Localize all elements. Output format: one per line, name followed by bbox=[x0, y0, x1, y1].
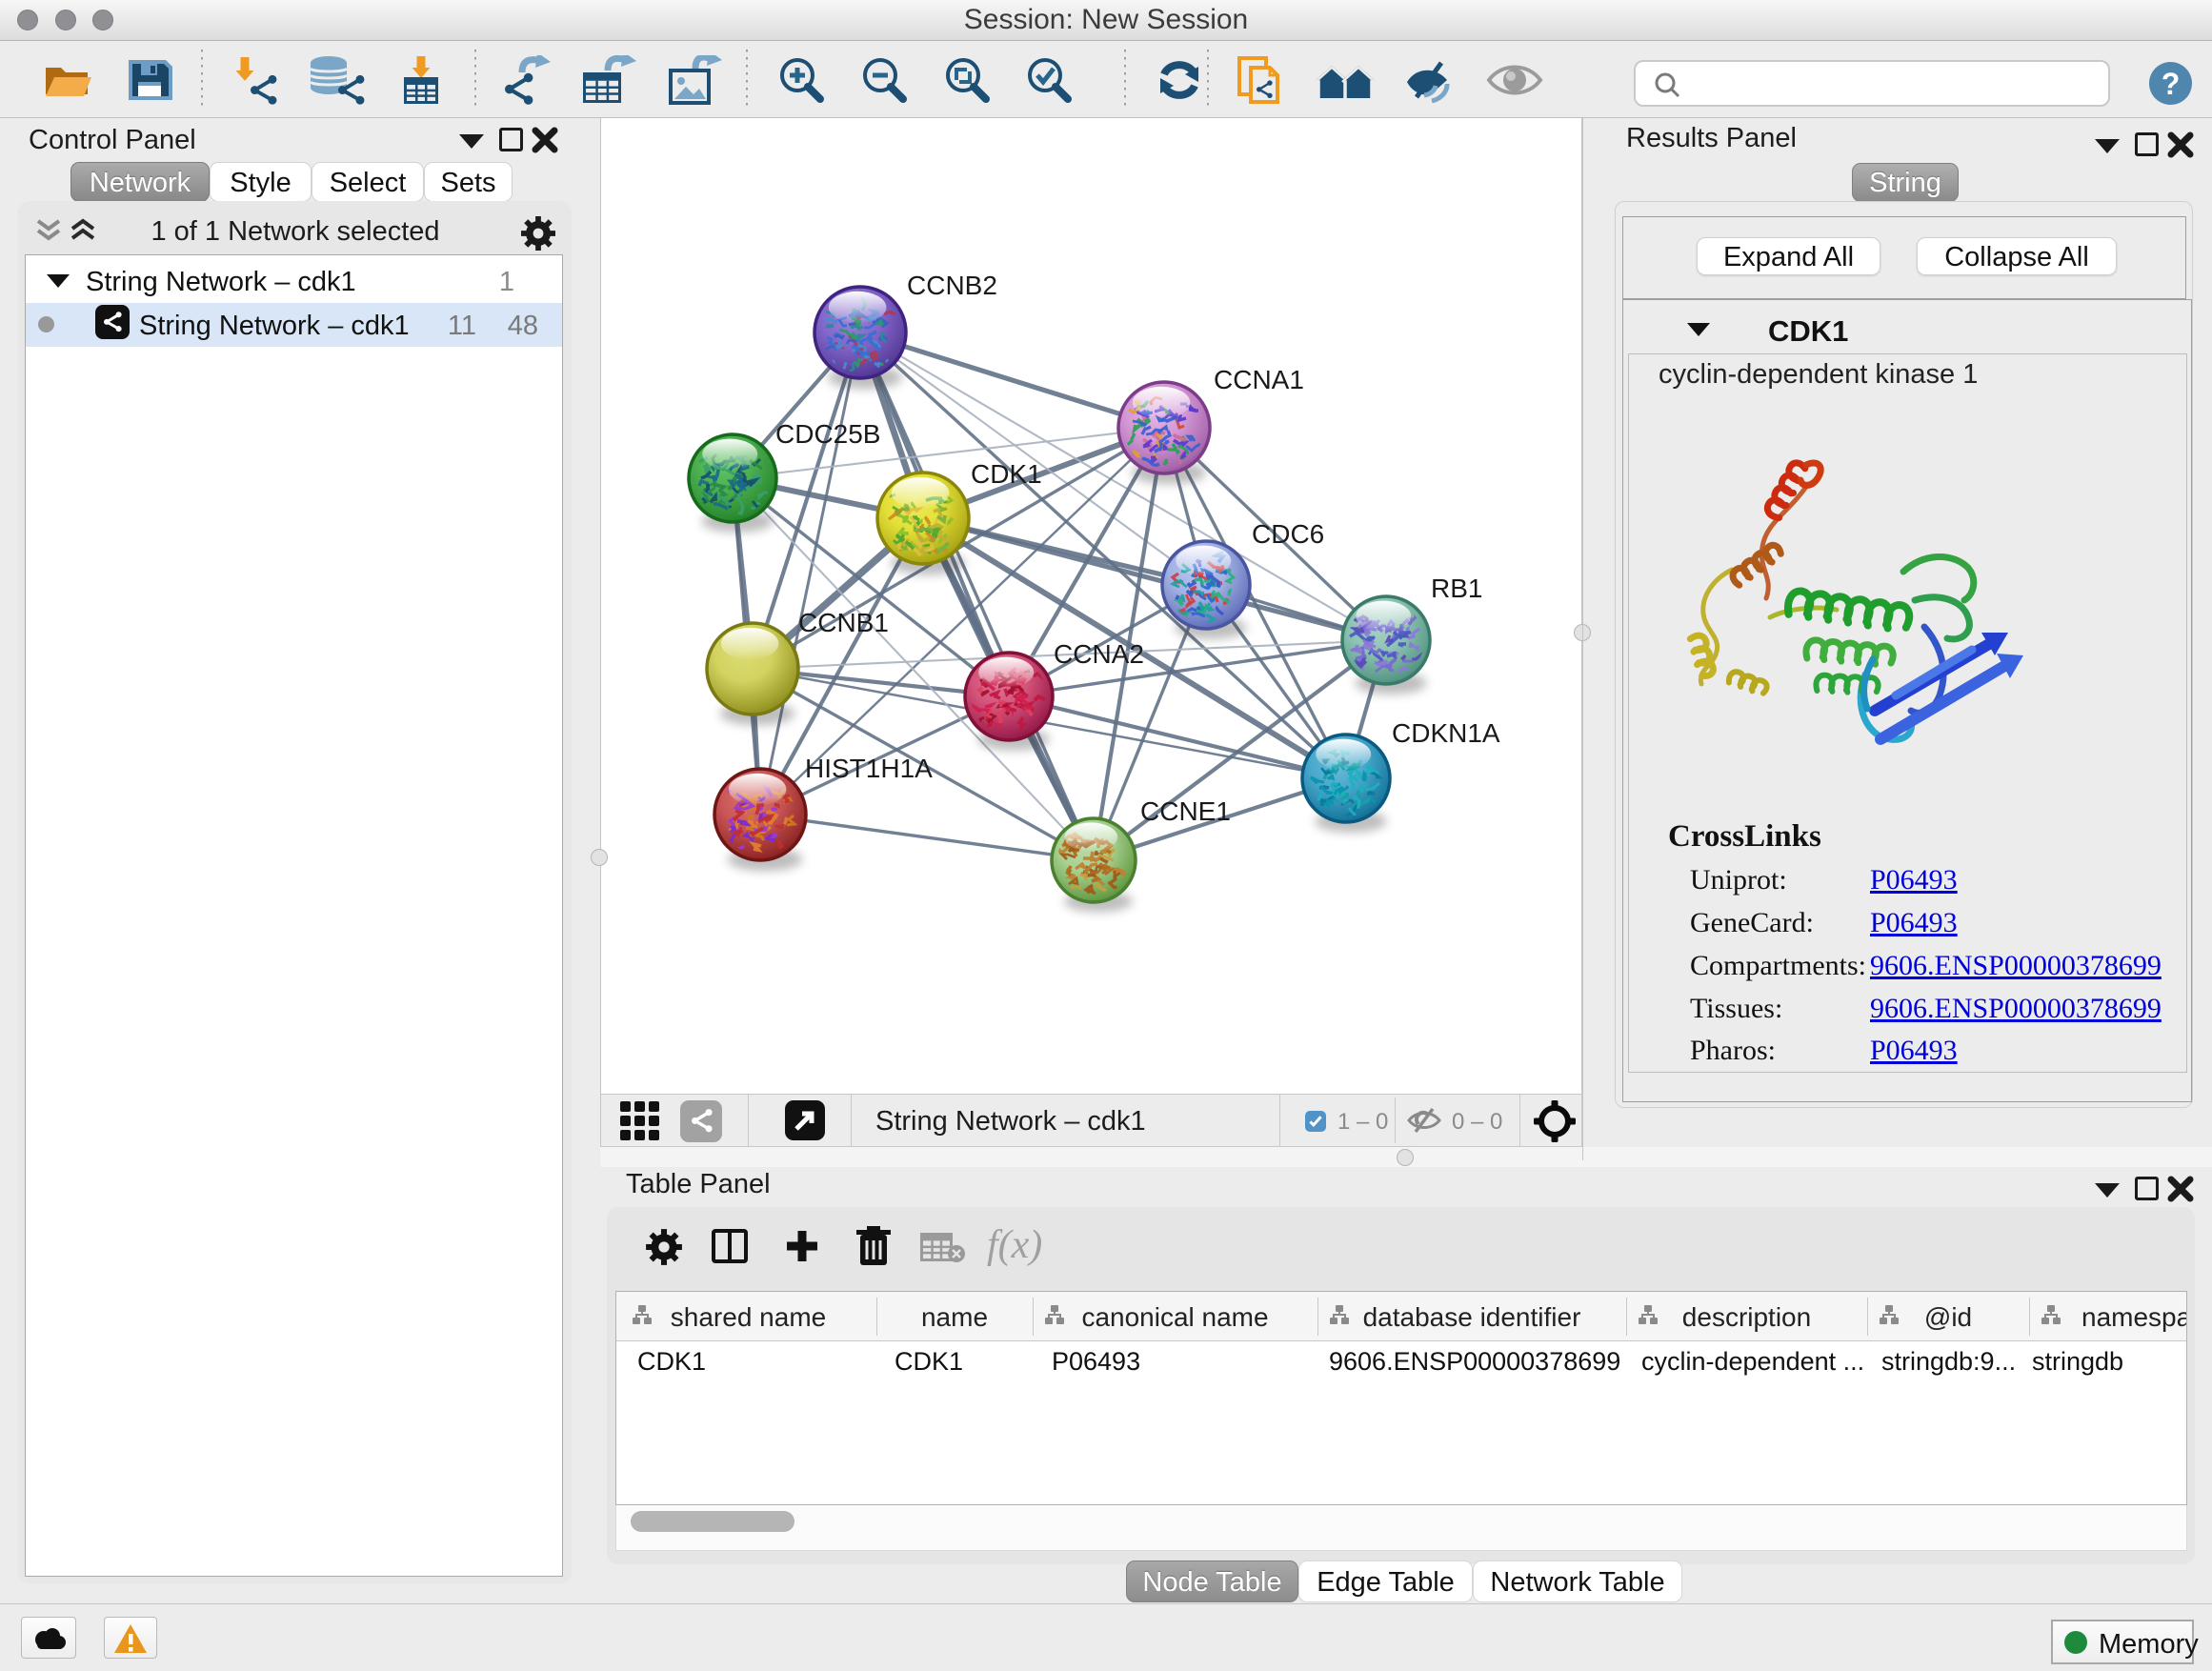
svg-text:CDK1: CDK1 bbox=[971, 459, 1042, 489]
svg-text:CDKN1A: CDKN1A bbox=[1392, 718, 1500, 748]
svg-text:CCNE1: CCNE1 bbox=[1140, 796, 1231, 826]
svg-text:HIST1H1A: HIST1H1A bbox=[805, 754, 933, 783]
svg-text:CCNB1: CCNB1 bbox=[798, 608, 889, 637]
svg-text:RB1: RB1 bbox=[1431, 574, 1482, 603]
svg-text:CDC6: CDC6 bbox=[1252, 519, 1324, 549]
svg-text:CDC25B: CDC25B bbox=[775, 419, 880, 449]
svg-text:CCNB2: CCNB2 bbox=[907, 271, 997, 300]
svg-text:CCNA1: CCNA1 bbox=[1214, 365, 1304, 394]
svg-text:CCNA2: CCNA2 bbox=[1054, 639, 1144, 669]
